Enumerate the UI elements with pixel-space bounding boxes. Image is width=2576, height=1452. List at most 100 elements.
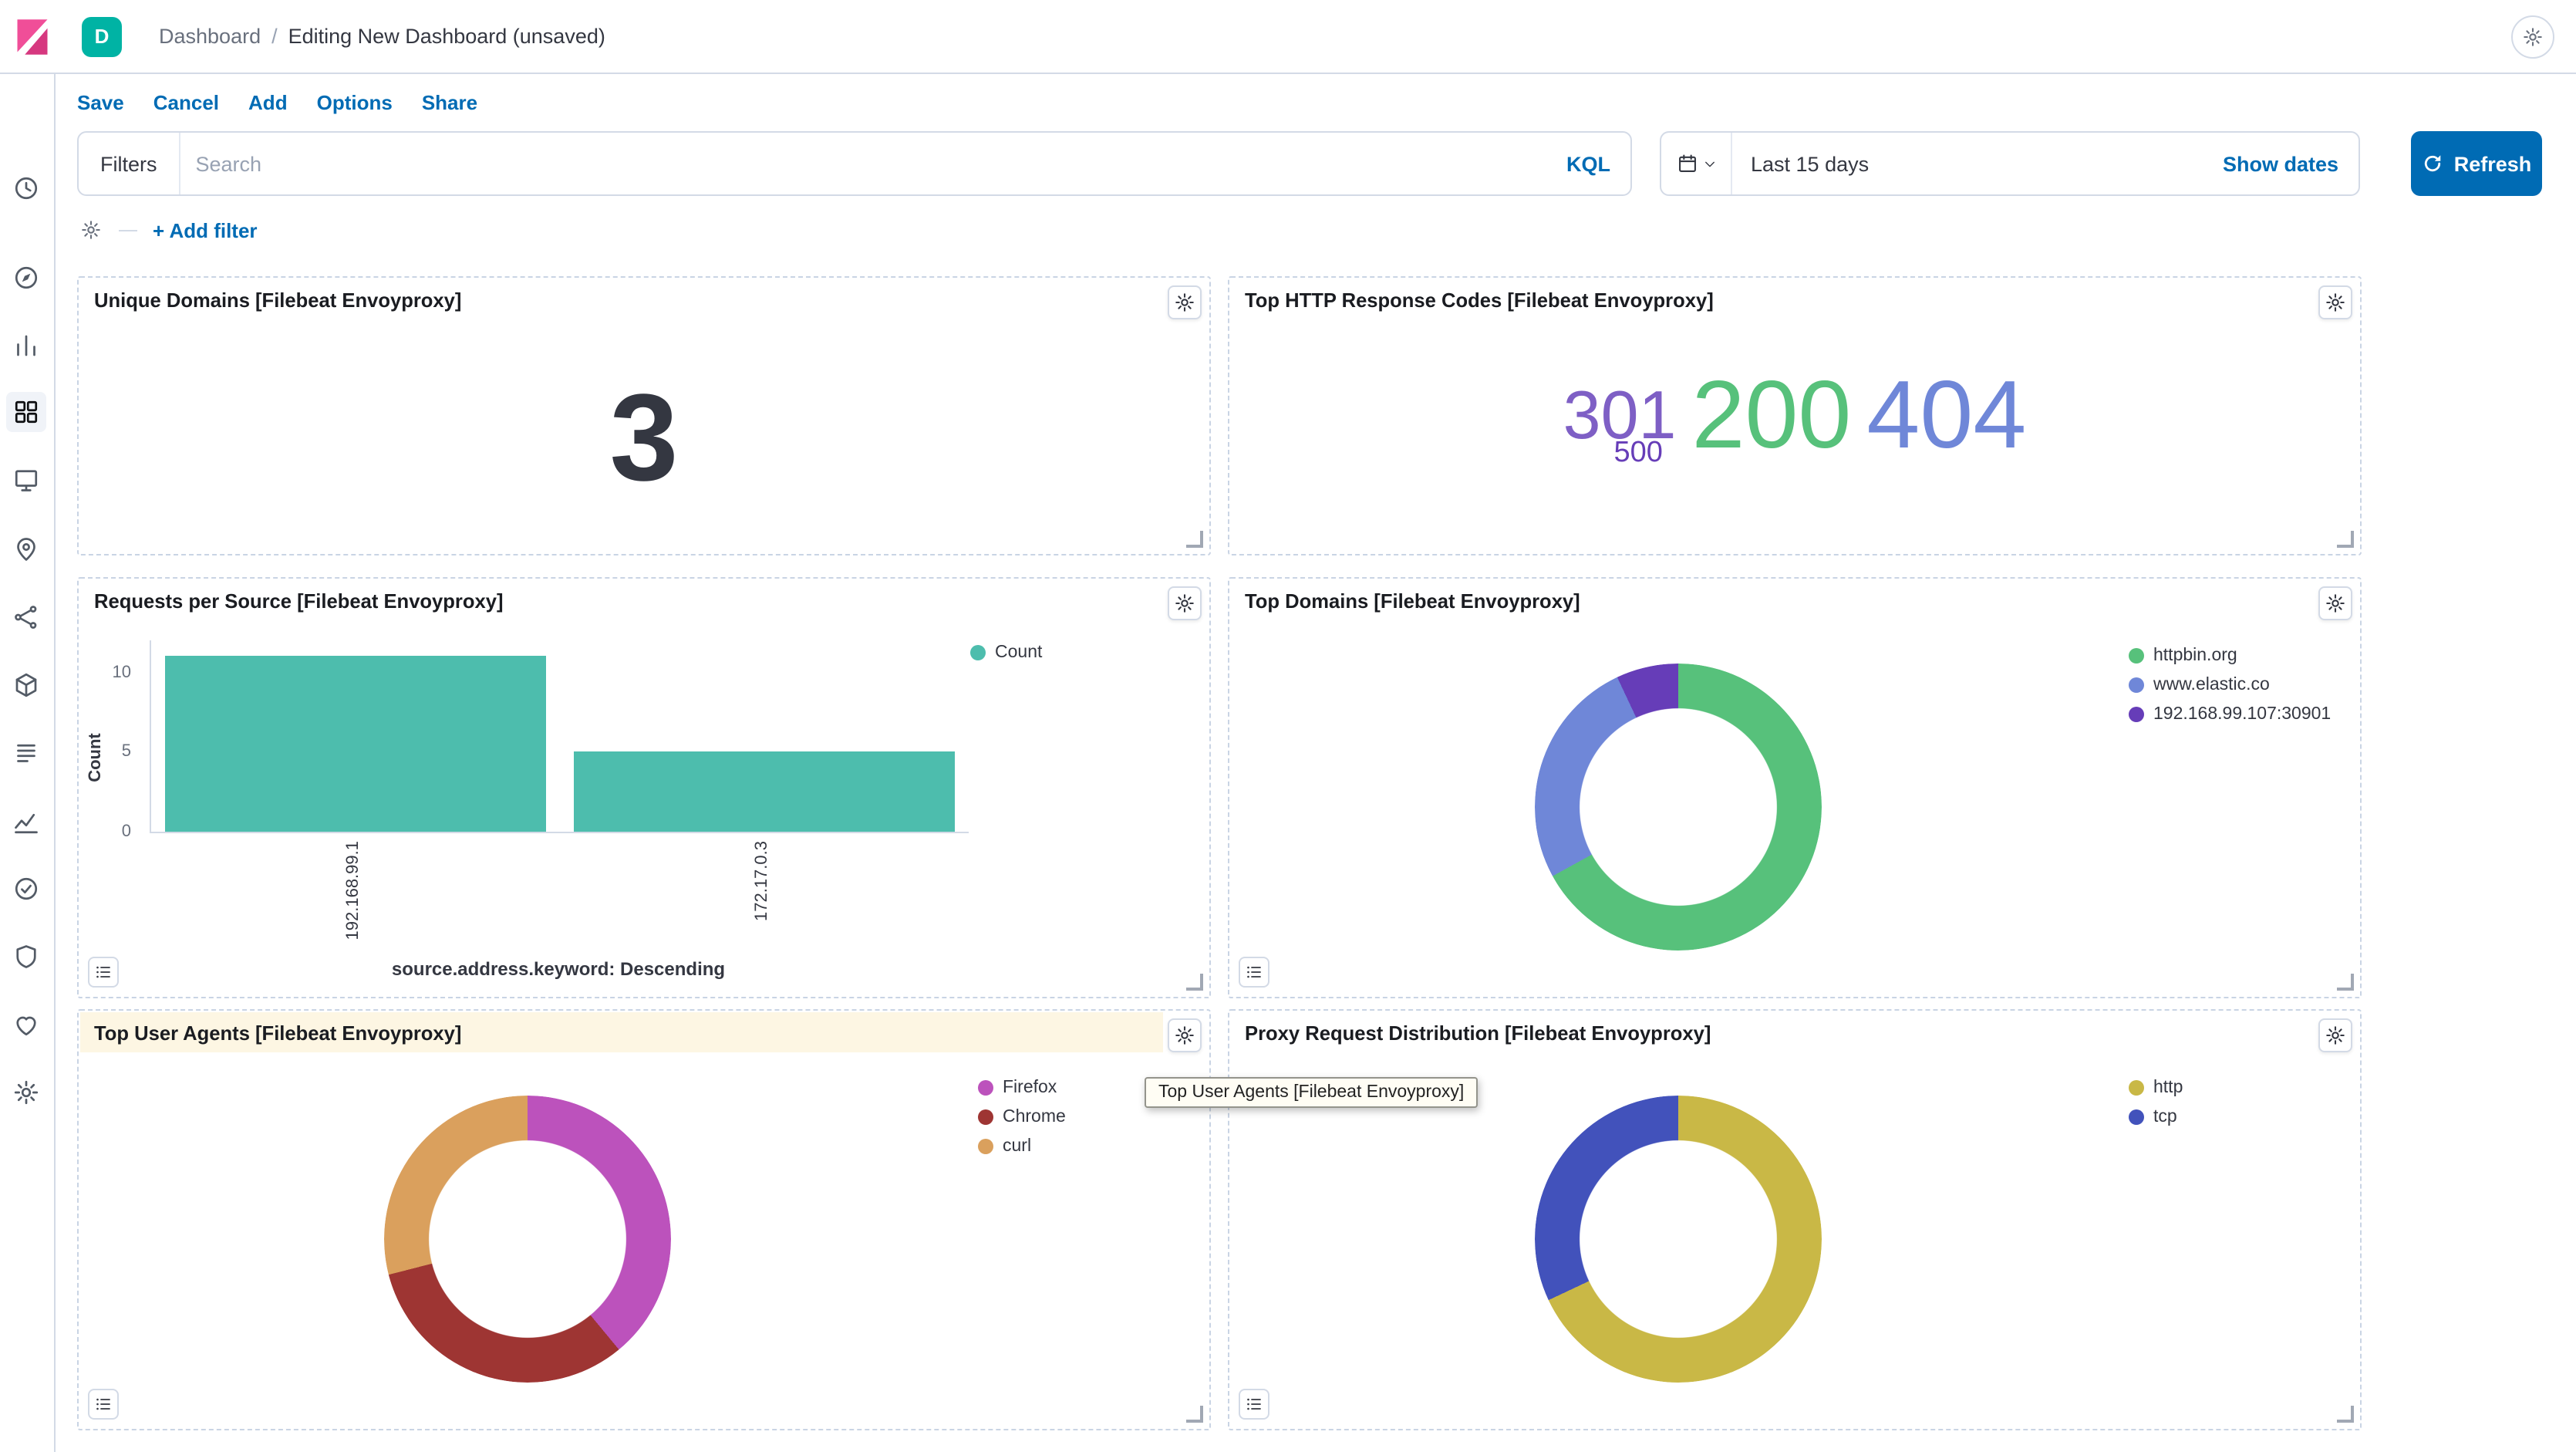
bar-172.17.0.3[interactable] (575, 752, 955, 832)
y-tick-0: 0 (122, 822, 131, 841)
tag-word-404[interactable]: 404 (1866, 368, 2026, 464)
header-settings-button[interactable] (2511, 15, 2554, 59)
breadcrumb-separator: / (271, 25, 278, 48)
panel-settings-button[interactable] (2318, 1018, 2352, 1052)
tag-word-500[interactable]: 500 (1613, 437, 1662, 467)
chevron-down-icon (1702, 157, 1716, 171)
legend-item-Count[interactable]: Count (970, 643, 1042, 662)
panel-title[interactable]: Proxy Request Distribution [Filebeat Env… (1245, 1021, 1711, 1045)
donut-chart[interactable] (384, 1096, 671, 1383)
panel-requests-per-source: Requests per Source [Filebeat Envoyproxy… (77, 577, 1211, 998)
breadcrumb-current: Editing New Dashboard (unsaved) (288, 25, 605, 48)
panel-settings-button[interactable] (2318, 586, 2352, 620)
sidebar-item-discover[interactable] (6, 258, 46, 298)
panel-title[interactable]: Top Domains [Filebeat Envoyproxy] (1245, 589, 1580, 613)
donut-chart[interactable] (1535, 1096, 1822, 1383)
filter-settings-gear-icon[interactable] (77, 217, 103, 243)
sidebar-item-visualize[interactable] (6, 326, 46, 366)
search-input[interactable] (180, 152, 1567, 175)
panel-http-response-codes: Top HTTP Response Codes [Filebeat Envoyp… (1228, 276, 2362, 555)
tag-word-200[interactable]: 200 (1692, 368, 1852, 464)
sidebar-item-maps[interactable] (6, 529, 46, 569)
panel-settings-button[interactable] (1168, 586, 1202, 620)
legend-toggle-button[interactable] (1239, 957, 1269, 988)
legend-color-dot (970, 645, 986, 660)
x-axis-labels: 192.168.99.1172.17.0.3 (150, 841, 967, 977)
legend-label: Count (995, 643, 1042, 662)
legend-item-Firefox[interactable]: Firefox (978, 1079, 1066, 1097)
kql-toggle[interactable]: KQL (1566, 152, 1630, 175)
legend-item-curl[interactable]: curl (978, 1137, 1066, 1156)
panel-top-user-agents: Top User Agents [Filebeat Envoyproxy] Fi… (77, 1009, 1211, 1430)
kibana-logo-icon[interactable] (12, 16, 52, 56)
legend-item-tcp[interactable]: tcp (2129, 1108, 2183, 1126)
sidebar-item-uptime[interactable] (6, 869, 46, 909)
left-nav (0, 73, 56, 1452)
sidebar-item-monitoring[interactable] (6, 1005, 46, 1045)
legend-item-www.elastic.co[interactable]: www.elastic.co (2129, 676, 2331, 694)
panel-proxy-request-distribution: Proxy Request Distribution [Filebeat Env… (1228, 1009, 2362, 1430)
panel-settings-button[interactable] (1168, 1018, 1202, 1052)
maps-icon (12, 535, 40, 563)
space-badge[interactable]: D (82, 16, 122, 56)
filter-row: + Add filter (77, 214, 258, 245)
legend-color-dot (2129, 707, 2144, 722)
panel-settings-button[interactable] (2318, 285, 2352, 319)
menu-add-link[interactable]: Add (248, 90, 288, 113)
calendar-icon (1676, 153, 1698, 174)
resize-handle[interactable] (2337, 974, 2354, 991)
resize-handle[interactable] (1186, 1406, 1203, 1423)
legend-item-http[interactable]: http (2129, 1079, 2183, 1097)
panel-title[interactable]: Requests per Source [Filebeat Envoyproxy… (94, 589, 504, 613)
legend-toggle-button[interactable] (88, 957, 119, 988)
sidebar-item-machine-learning[interactable] (6, 597, 46, 637)
menu-options-link[interactable]: Options (317, 90, 393, 113)
legend-color-dot (978, 1109, 993, 1125)
legend-item-Chrome[interactable]: Chrome (978, 1108, 1066, 1126)
refresh-button[interactable]: Refresh (2411, 131, 2542, 196)
legend-label: httpbin.org (2153, 647, 2237, 665)
menu-save-link[interactable]: Save (77, 90, 124, 113)
sidebar-item-logs[interactable] (6, 733, 46, 773)
legend-label: Chrome (1003, 1108, 1066, 1126)
resize-handle[interactable] (1186, 974, 1203, 991)
panel-title[interactable]: Unique Domains [Filebeat Envoyproxy] (94, 289, 461, 312)
sidebar-item-canvas[interactable] (6, 460, 46, 500)
show-dates-link[interactable]: Show dates (2223, 152, 2359, 175)
legend-item-httpbin.org[interactable]: httpbin.org (2129, 647, 2331, 665)
breadcrumb-dashboard[interactable]: Dashboard (159, 25, 261, 48)
resize-handle[interactable] (2337, 1406, 2354, 1423)
sidebar-item-management[interactable] (6, 1072, 46, 1113)
menu-cancel-link[interactable]: Cancel (153, 90, 219, 113)
panel-title[interactable]: Top HTTP Response Codes [Filebeat Envoyp… (1245, 289, 1714, 312)
pie-chart-visualization: httpbin.org www.elastic.co 192.168.99.107:… (1229, 622, 2360, 997)
list-icon (94, 963, 113, 981)
panel-title[interactable]: Top User Agents [Filebeat Envoyproxy] (94, 1021, 461, 1045)
bar-192.168.99.1[interactable] (166, 657, 546, 832)
search-bar: Filters KQL (77, 131, 1632, 196)
tag-cloud-visualization: 301200404500 (1229, 321, 2360, 554)
legend-item-192.168.99.107:30901[interactable]: 192.168.99.107:30901 (2129, 705, 2331, 724)
time-picker-button[interactable] (1661, 133, 1732, 194)
resize-handle[interactable] (1186, 531, 1203, 548)
resize-handle[interactable] (2337, 531, 2354, 548)
legend-toggle-button[interactable] (1239, 1389, 1269, 1420)
gear-icon (2522, 26, 2544, 48)
time-range-value[interactable]: Last 15 days (1732, 152, 1869, 175)
y-tick-5: 5 (122, 743, 131, 761)
filters-button[interactable]: Filters (79, 133, 180, 194)
legend-toggle-button[interactable] (88, 1389, 119, 1420)
donut-chart[interactable] (1535, 664, 1822, 951)
chart-legend: Count (970, 643, 1042, 662)
panel-settings-button[interactable] (1168, 285, 1202, 319)
menu-share-link[interactable]: Share (422, 90, 477, 113)
legend-label: www.elastic.co (2153, 676, 2270, 694)
sidebar-item-infrastructure[interactable] (6, 665, 46, 705)
add-filter-link[interactable]: + Add filter (153, 218, 258, 241)
sidebar-item-dashboard[interactable] (6, 392, 46, 432)
sidebar-item-recently-viewed[interactable] (6, 168, 46, 208)
sidebar-item-siem[interactable] (6, 937, 46, 977)
canvas-icon (12, 466, 40, 494)
sidebar-item-apm[interactable] (6, 802, 46, 842)
chart-legend: http tcp (2129, 1079, 2183, 1126)
